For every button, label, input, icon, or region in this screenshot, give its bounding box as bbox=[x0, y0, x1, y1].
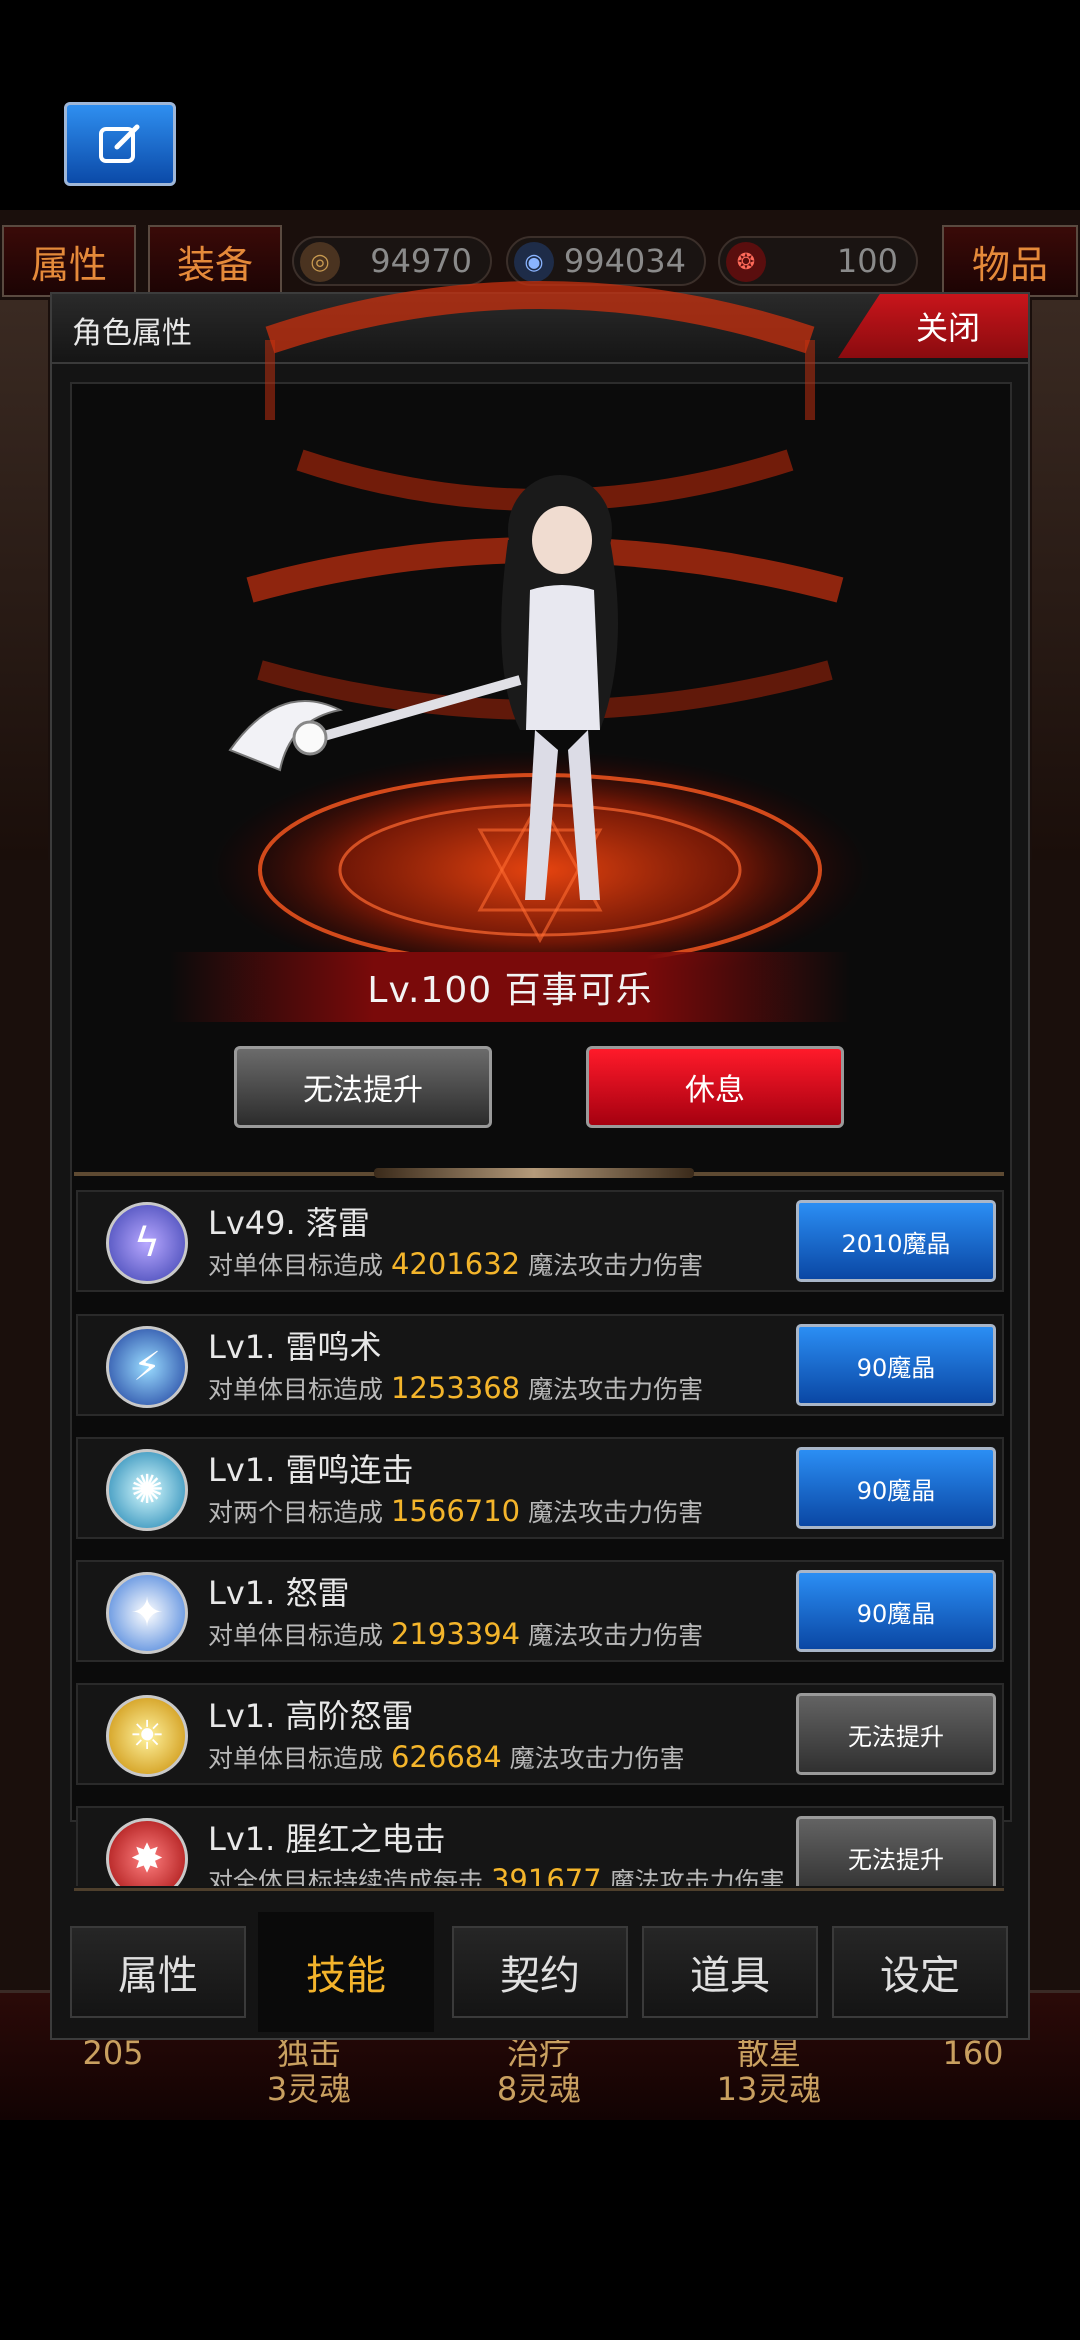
skill-description: 对两个目标造成 1566710 魔法攻击力伤害 bbox=[208, 1494, 704, 1528]
thunder-spell-icon: ⚡ bbox=[106, 1326, 188, 1408]
tab-attributes[interactable]: 属性 bbox=[70, 1926, 246, 2018]
skill-name: Lv1. 高阶怒雷 bbox=[208, 1697, 414, 1735]
skill-upgrade-button[interactable]: 无法提升 bbox=[796, 1693, 996, 1775]
skill-upgrade-button[interactable]: 90魔晶 bbox=[796, 1447, 996, 1529]
skill-damage-value: 1566710 bbox=[390, 1494, 521, 1528]
edit-name-button[interactable] bbox=[64, 102, 176, 186]
section-divider bbox=[74, 1888, 1004, 1891]
skill-name: Lv1. 雷鸣术 bbox=[208, 1328, 382, 1366]
skill-description: 对单体目标造成 4201632 魔法攻击力伤害 bbox=[208, 1247, 704, 1281]
skill-description: 对单体目标造成 626684 魔法攻击力伤害 bbox=[208, 1740, 685, 1774]
skill-row: ✦ Lv1. 怒雷 对单体目标造成 2193394 魔法攻击力伤害 90魔晶 bbox=[76, 1560, 1004, 1662]
skill-damage-value: 4201632 bbox=[390, 1247, 521, 1281]
skill-description: 对单体目标造成 1253368 魔法攻击力伤害 bbox=[208, 1371, 704, 1405]
skill-damage-value: 391677 bbox=[490, 1863, 602, 1886]
lightning-strike-icon: ϟ bbox=[106, 1202, 188, 1284]
magic-circle-illustration bbox=[210, 281, 870, 990]
greater-thunder-icon: ☀ bbox=[106, 1695, 188, 1777]
skill-list[interactable]: ϟ Lv49. 落雷 对单体目标造成 4201632 魔法攻击力伤害 2010魔… bbox=[76, 1190, 1004, 1886]
bg-left-scenery bbox=[0, 300, 48, 860]
skill-row: ϟ Lv49. 落雷 对单体目标造成 4201632 魔法攻击力伤害 2010魔… bbox=[76, 1190, 1004, 1292]
skill-row: ⚡ Lv1. 雷鸣术 对单体目标造成 1253368 魔法攻击力伤害 90魔晶 bbox=[76, 1314, 1004, 1416]
skill-name: Lv49. 落雷 bbox=[208, 1204, 370, 1242]
skill-description: 对全体目标持续造成每击 391677 魔法攻击力伤害 bbox=[208, 1862, 785, 1886]
bg-bottom-item[interactable]: 205 bbox=[38, 2035, 188, 2071]
wrath-thunder-icon: ✦ bbox=[106, 1572, 188, 1654]
tab-skills[interactable]: 技能 bbox=[258, 1912, 434, 2032]
bg-bottom-item[interactable]: 散星 13灵魂 bbox=[694, 2035, 844, 2107]
modal-title: 角色属性 bbox=[72, 316, 192, 351]
skill-description: 对单体目标造成 2193394 魔法攻击力伤害 bbox=[208, 1617, 704, 1651]
bg-tab-items[interactable]: 物品 bbox=[942, 225, 1078, 297]
skill-upgrade-button[interactable]: 2010魔晶 bbox=[796, 1200, 996, 1282]
skill-upgrade-button[interactable]: 无法提升 bbox=[796, 1816, 996, 1886]
cannot-upgrade-button[interactable]: 无法提升 bbox=[234, 1046, 492, 1128]
bg-tab-attributes[interactable]: 属性 bbox=[2, 225, 136, 297]
skill-damage-value: 626684 bbox=[390, 1740, 502, 1774]
skill-upgrade-button[interactable]: 90魔晶 bbox=[796, 1570, 996, 1652]
character-showcase bbox=[190, 210, 890, 990]
modal-tab-bar: 属性 技能 契约 道具 设定 bbox=[70, 1912, 1010, 2032]
skill-row: ✸ Lv1. 腥红之电击 对全体目标持续造成每击 391677 魔法攻击力伤害 … bbox=[76, 1806, 1004, 1886]
tab-contracts[interactable]: 契约 bbox=[452, 1926, 628, 2018]
skill-name: Lv1. 怒雷 bbox=[208, 1574, 350, 1612]
skill-damage-value: 1253368 bbox=[390, 1371, 521, 1405]
crimson-shock-icon: ✸ bbox=[106, 1818, 188, 1886]
skill-upgrade-button[interactable]: 90魔晶 bbox=[796, 1324, 996, 1406]
tab-settings[interactable]: 设定 bbox=[832, 1926, 1008, 2018]
skill-row: ☀ Lv1. 高阶怒雷 对单体目标造成 626684 魔法攻击力伤害 无法提升 bbox=[76, 1683, 1004, 1785]
skill-row: ✺ Lv1. 雷鸣连击 对两个目标造成 1566710 魔法攻击力伤害 90魔晶 bbox=[76, 1437, 1004, 1539]
bg-right-scenery bbox=[1032, 300, 1080, 860]
bg-bottom-item[interactable]: 独击 3灵魂 bbox=[234, 2035, 384, 2107]
bg-bottom-item[interactable]: 治疗 8灵魂 bbox=[464, 2035, 614, 2107]
section-divider bbox=[74, 1168, 1004, 1178]
tab-items[interactable]: 道具 bbox=[642, 1926, 818, 2018]
skill-name: Lv1. 腥红之电击 bbox=[208, 1820, 446, 1858]
bg-bottom-item[interactable]: 160 bbox=[898, 2035, 1048, 2071]
edit-icon bbox=[99, 124, 140, 163]
rest-button[interactable]: 休息 bbox=[586, 1046, 844, 1128]
character-name-banner: Lv.100 百事可乐 bbox=[170, 952, 850, 1022]
skill-damage-value: 2193394 bbox=[390, 1617, 521, 1651]
chain-lightning-icon: ✺ bbox=[106, 1449, 188, 1531]
skill-name: Lv1. 雷鸣连击 bbox=[208, 1451, 414, 1489]
